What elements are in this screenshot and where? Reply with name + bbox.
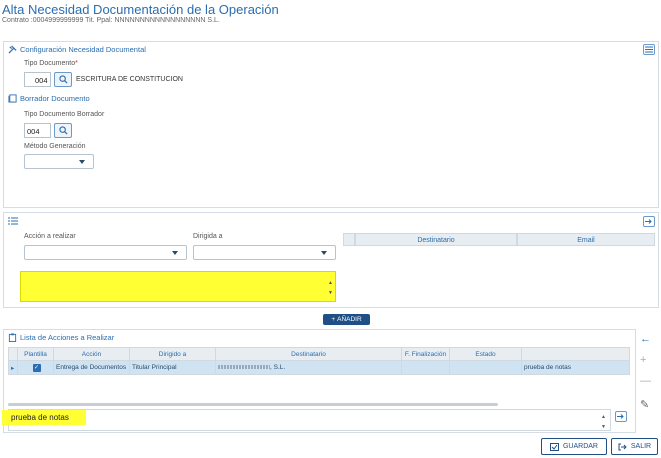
add-button[interactable]: + AÑADIR xyxy=(323,314,370,325)
add-icon[interactable]: + xyxy=(640,354,646,366)
finalizacion-cell xyxy=(401,360,450,375)
config-section-title: Configuración Necesidad Documental xyxy=(8,45,146,54)
dirigido-cell: Titular Principal xyxy=(129,360,216,375)
tools-icon xyxy=(8,45,17,54)
col-accion[interactable]: Acción xyxy=(53,347,130,361)
tipo-documento-label: Tipo Documento* xyxy=(24,60,78,67)
back-arrow-icon[interactable]: ← xyxy=(640,333,651,345)
estado-cell xyxy=(449,360,522,375)
email-header: Email xyxy=(517,233,655,246)
table-header-row: Plantilla Acción Dirigido a Destinatario… xyxy=(8,347,630,361)
tipo-borrador-code[interactable]: 004 xyxy=(24,123,51,138)
tipo-documento-search-button[interactable] xyxy=(54,72,72,87)
lista-section-title: Lista de Acciones a Realizar xyxy=(8,333,114,342)
required-mark: * xyxy=(75,60,78,67)
export-button[interactable] xyxy=(643,216,655,227)
accion-label: Acción a realizar xyxy=(24,233,76,240)
exit-icon xyxy=(618,443,627,450)
plantilla-cell[interactable]: ✓ xyxy=(17,360,54,375)
document-stack-icon xyxy=(8,94,17,103)
search-icon xyxy=(58,126,68,135)
export-icon xyxy=(645,219,652,224)
notes-textarea-highlighted[interactable]: ▲ ▼ xyxy=(20,271,336,302)
dirigida-label: Dirigida a xyxy=(193,233,223,240)
page-title: Alta Necesidad Documentación de la Opera… xyxy=(2,2,279,17)
metodo-generacion-label: Método Generación xyxy=(24,143,86,150)
remove-icon[interactable]: — xyxy=(640,375,651,387)
search-icon xyxy=(58,75,68,84)
plus-icon: + xyxy=(331,316,336,323)
config-panel xyxy=(3,41,659,208)
notes-highlighted-text: prueba de notas xyxy=(2,410,86,425)
scroll-arrows-icon[interactable]: ▲ ▼ xyxy=(601,412,606,432)
config-section-label: Configuración Necesidad Documental xyxy=(20,45,146,54)
scroll-arrows-icon[interactable]: ▲ ▼ xyxy=(328,278,333,298)
col-destinatario[interactable]: Destinatario xyxy=(215,347,402,361)
table-row[interactable]: ▸ ✓ Entrega de Documentos Titular Princi… xyxy=(8,360,630,375)
exit-button[interactable]: SALIR xyxy=(611,438,658,455)
col-plantilla[interactable]: Plantilla xyxy=(17,347,54,361)
notes-expand-button[interactable] xyxy=(615,411,627,422)
redacted-text xyxy=(218,365,270,370)
horizontal-scrollbar[interactable] xyxy=(8,403,498,406)
accion-select[interactable] xyxy=(24,245,187,260)
col-dirigido[interactable]: Dirigido a xyxy=(129,347,216,361)
destinatario-suffix: , S.L. xyxy=(270,364,286,371)
notes-display-area[interactable]: ▲ ▼ xyxy=(8,409,611,431)
save-icon xyxy=(549,442,559,451)
chevron-down-icon xyxy=(321,251,327,255)
tipo-documento-description: ESCRITURA DE CONSTITUCION xyxy=(76,76,183,83)
destinatario-cell: , S.L. xyxy=(215,360,402,375)
chevron-down-icon xyxy=(172,251,178,255)
metodo-generacion-select[interactable] xyxy=(24,154,94,169)
save-button[interactable]: GUARDAR xyxy=(541,438,607,455)
contract-subtitle: Contrato :0004999999999 Tit. Ppal: NNNNN… xyxy=(2,17,220,24)
col-notas[interactable] xyxy=(521,347,630,361)
tipo-borrador-label: Tipo Documento Borrador xyxy=(24,111,105,118)
tipo-borrador-search-button[interactable] xyxy=(54,123,72,138)
row-indicator-header xyxy=(8,347,18,361)
actions-table: Plantilla Acción Dirigido a Destinatario… xyxy=(8,347,630,375)
checkbox-checked-icon[interactable]: ✓ xyxy=(32,363,41,372)
exit-button-label: SALIR xyxy=(630,443,652,450)
chevron-down-icon xyxy=(79,160,85,164)
borrador-section-title: Borrador Documento xyxy=(8,94,90,103)
list-icon xyxy=(8,217,18,225)
list-view-button[interactable] xyxy=(643,44,655,55)
tipo-documento-code[interactable]: 004 xyxy=(24,72,51,87)
tipo-documento-label-text: Tipo Documento xyxy=(24,60,76,67)
export-icon xyxy=(617,414,624,419)
add-button-label: AÑADIR xyxy=(337,316,362,323)
dest-header: Destinatario xyxy=(355,233,517,246)
dirigida-select[interactable] xyxy=(193,245,336,260)
save-button-label: GUARDAR xyxy=(562,443,598,450)
row-selector-icon[interactable]: ▸ xyxy=(8,360,18,375)
notas-cell: prueba de notas xyxy=(521,360,630,375)
accion-cell: Entrega de Documentos xyxy=(53,360,130,375)
dest-grid-blank-col xyxy=(343,233,355,246)
clipboard-icon xyxy=(8,333,17,342)
pencil-icon[interactable]: ✎ xyxy=(640,398,649,411)
list-icon xyxy=(645,46,653,53)
col-estado[interactable]: Estado xyxy=(449,347,522,361)
borrador-section-label: Borrador Documento xyxy=(20,94,90,103)
col-finalizacion[interactable]: F. Finalización xyxy=(401,347,450,361)
lista-section-label: Lista de Acciones a Realizar xyxy=(20,333,115,342)
